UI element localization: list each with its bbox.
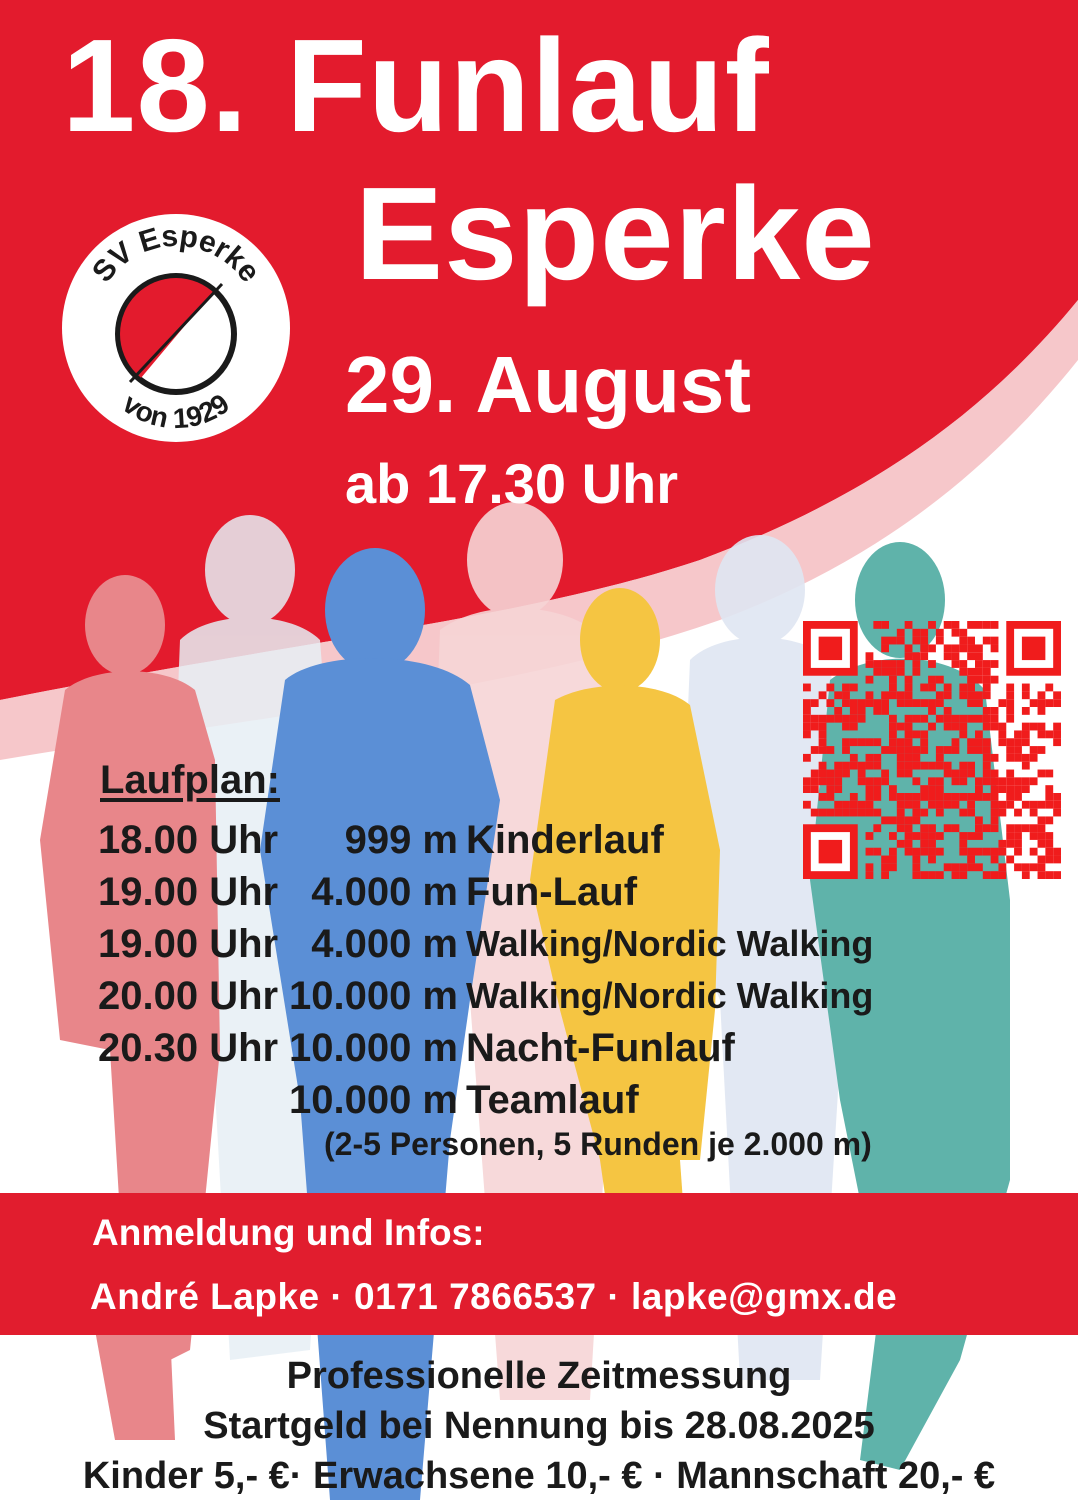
schedule-event: Walking/Nordic Walking [466, 975, 874, 1016]
entry-deadline: Startgeld bei Nennung bis 28.08.2025 [203, 1405, 875, 1447]
teamlauf-note: (2-5 Personen, 5 Runden je 2.000 m) [324, 1126, 872, 1162]
event-poster: 18. Funlauf Esperke 29. August ab 17.30 … [0, 0, 1078, 1510]
event-start-time: ab 17.30 Uhr [345, 452, 679, 515]
club-logo-icon: SV Esperke von 1929 [62, 214, 290, 442]
schedule-distance: 4.000 m [311, 870, 458, 914]
schedule-time: 20.30 Uhr [98, 1026, 279, 1070]
schedule-event: Teamlauf [466, 1078, 639, 1122]
schedule-event: Walking/Nordic Walking [466, 923, 874, 964]
title-line-2: Esperke [355, 160, 876, 307]
schedule-distance: 999 m [344, 818, 458, 862]
laufplan-heading: Laufplan: [100, 758, 280, 802]
schedule-distance: 10.000 m [288, 1078, 458, 1122]
title-line-1: 18. Funlauf [62, 12, 770, 159]
schedule-row: 20.00 Uhr 10.000 m Walking/Nordic Walkin… [98, 970, 1058, 1022]
schedule-row: 18.00 Uhr 999 m Kinderlauf [98, 814, 1058, 866]
registration-contact: André Lapke · 0171 7866537 · lapke@gmx.d… [90, 1276, 898, 1317]
timing-info: Professionelle Zeitmessung [286, 1355, 792, 1397]
schedule-event: Kinderlauf [466, 818, 664, 862]
schedule-row: 19.00 Uhr 4.000 m Walking/Nordic Walking [98, 918, 1058, 970]
schedule-event: Nacht-Funlauf [466, 1026, 735, 1070]
schedule-distance: 10.000 m [288, 1026, 458, 1070]
schedule-distance: 4.000 m [311, 922, 458, 966]
schedule-row: 20.30 Uhr 10.000 m Nacht-Funlauf [98, 1022, 1058, 1074]
schedule-event: Fun-Lauf [466, 870, 638, 914]
schedule-row: 10.000 m Teamlauf [98, 1074, 1058, 1126]
schedule-time: 19.00 Uhr [98, 870, 279, 914]
schedule-time: 19.00 Uhr [98, 922, 279, 966]
event-date: 29. August [345, 340, 751, 429]
schedule-distance: 10.000 m [288, 974, 458, 1018]
registration-heading: Anmeldung und Infos: [92, 1212, 485, 1253]
schedule-time: 18.00 Uhr [98, 818, 279, 862]
schedule-time: 20.00 Uhr [98, 974, 279, 1018]
schedule-row: 19.00 Uhr 4.000 m Fun-Lauf [98, 866, 1058, 918]
entry-fees: Kinder 5,- €· Erwachsene 10,- € · Mannsc… [82, 1455, 996, 1497]
